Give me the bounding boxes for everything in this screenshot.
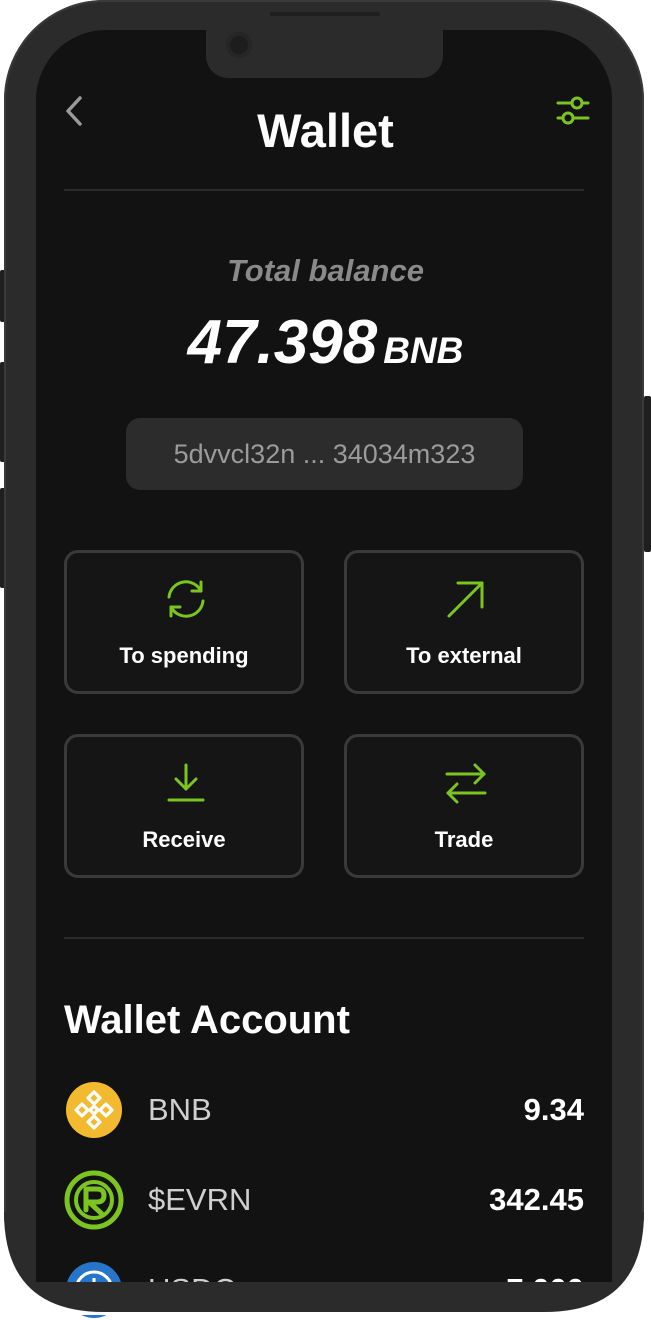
speaker-grille xyxy=(270,12,380,16)
to-external-label: To external xyxy=(406,643,522,668)
balance-unit: BNB xyxy=(383,330,464,371)
token-value: 342.45 xyxy=(489,1182,584,1217)
arrow-up-right-icon xyxy=(447,581,484,618)
receive-button[interactable]: Receive xyxy=(64,734,304,878)
refresh-icon xyxy=(167,580,205,618)
token-value: 9.34 xyxy=(523,1092,584,1127)
total-balance: 47.398 BNB xyxy=(0,308,651,394)
bnb-logo-icon xyxy=(66,1082,122,1138)
trade-label: Trade xyxy=(434,827,494,852)
total-balance-label: Total balance xyxy=(227,253,424,288)
front-camera xyxy=(226,32,252,58)
to-spending-button[interactable]: To spending xyxy=(64,550,304,694)
section-divider xyxy=(64,937,584,939)
bottom-edge-background xyxy=(0,1282,651,1315)
to-spending-label: To spending xyxy=(119,643,249,668)
wallet-account-title: Wallet Account xyxy=(64,998,350,1042)
download-icon xyxy=(167,763,205,802)
token-row-bnb[interactable]: BNB 9.34 xyxy=(64,1080,584,1140)
power-button xyxy=(644,396,651,552)
phone-mockup: Wallet Total balance 47.398 BNB 5dvvcl32n… xyxy=(0,0,651,1318)
receive-label: Receive xyxy=(142,827,226,852)
header-divider xyxy=(64,189,584,191)
token-row-evrn[interactable]: $EVRN 342.45 xyxy=(64,1170,584,1230)
token-name: BNB xyxy=(148,1092,212,1127)
balance-amount: 47.398 xyxy=(187,308,378,377)
to-external-button[interactable]: To external xyxy=(344,550,584,694)
filter-sliders-icon[interactable] xyxy=(556,94,590,128)
swap-arrows-icon xyxy=(445,763,487,804)
token-name: $EVRN xyxy=(148,1182,252,1217)
trade-button[interactable]: Trade xyxy=(344,734,584,878)
evrn-logo-icon xyxy=(64,1170,124,1230)
wallet-address[interactable]: 5dvvcl32n ... 34034m323 xyxy=(126,418,523,490)
page-title: Wallet xyxy=(257,104,394,157)
